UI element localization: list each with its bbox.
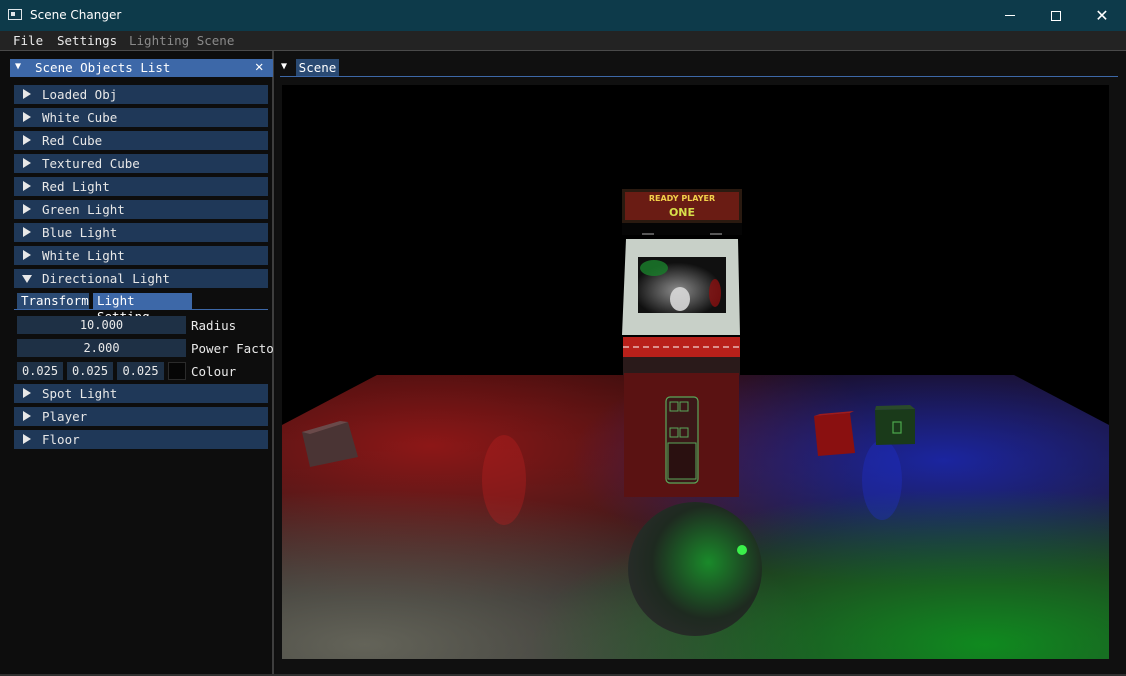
menu-settings[interactable]: Settings [57, 33, 117, 48]
collapse-arrow-icon [23, 434, 31, 444]
app-window-icon [8, 9, 22, 20]
main-menu-bar: File Settings Lighting Scene [0, 31, 1126, 51]
tab-label: Scene Objects List [35, 60, 171, 75]
header-textured-cube[interactable]: Textured Cube [14, 154, 268, 173]
collapse-arrow-icon [23, 250, 31, 260]
power-factor-label: Power Facto [191, 341, 274, 356]
header-label: White Cube [42, 110, 118, 125]
minimize-icon [1005, 15, 1015, 16]
header-directional-light[interactable]: Directional Light [14, 269, 268, 288]
colour-b-input[interactable]: 0.025 [117, 362, 164, 380]
header-label: Green Light [42, 202, 125, 217]
tab-light-setting[interactable]: Light Setting [93, 293, 192, 324]
header-label: Spot Light [42, 386, 118, 401]
panel-close-icon[interactable]: ✕ [255, 59, 267, 75]
header-label: Textured Cube [42, 156, 140, 171]
menu-lighting-scene: Lighting Scene [129, 33, 235, 48]
collapse-arrow-icon [23, 112, 31, 122]
tab-transform[interactable]: Transform [17, 293, 89, 309]
maximize-icon [1051, 10, 1061, 21]
header-white-light[interactable]: White Light [14, 246, 268, 265]
header-green-light[interactable]: Green Light [14, 200, 268, 219]
header-label: Red Cube [42, 133, 103, 148]
close-icon: ✕ [1095, 6, 1109, 25]
header-label: Floor [42, 432, 80, 447]
minimize-button[interactable] [987, 0, 1033, 31]
colour-r-input[interactable]: 0.025 [17, 362, 63, 380]
colour-g-input[interactable]: 0.025 [67, 362, 113, 380]
red-cube [814, 411, 855, 456]
header-label: Directional Light [42, 271, 170, 286]
header-spot-light[interactable]: Spot Light [14, 384, 268, 403]
collapse-arrow-icon [23, 89, 31, 99]
header-red-cube[interactable]: Red Cube [14, 131, 268, 150]
header-blue-light[interactable]: Blue Light [14, 223, 268, 242]
header-red-light[interactable]: Red Light [14, 177, 268, 196]
collapse-arrow-icon [23, 227, 31, 237]
collapse-arrow-icon [23, 135, 31, 145]
scene-tab-underline [280, 76, 1118, 77]
tab-menu-caret-icon[interactable]: ▼ [15, 61, 21, 72]
window-title-bar: Scene Changer ✕ [0, 0, 1126, 31]
header-label: White Light [42, 248, 125, 263]
header-white-cube[interactable]: White Cube [14, 108, 268, 127]
collapse-arrow-icon [23, 411, 31, 421]
radius-input[interactable]: 10.000 [17, 316, 186, 334]
header-floor[interactable]: Floor [14, 430, 268, 449]
scene-viewport[interactable]: READY PLAYER ONE [282, 85, 1109, 659]
header-player[interactable]: Player [14, 407, 268, 426]
collapse-arrow-icon [23, 181, 31, 191]
marquee-subtitle: ONE [669, 206, 695, 219]
sphere [628, 502, 762, 636]
header-label: Red Light [42, 179, 110, 194]
panel-tab-underline [10, 76, 273, 77]
scene-tab-menu-caret-icon[interactable]: ▼ [281, 61, 287, 72]
collapse-arrow-icon [23, 158, 31, 168]
collapse-arrow-icon [23, 204, 31, 214]
header-label: Player [42, 409, 88, 424]
colour-swatch[interactable] [168, 362, 186, 380]
marquee-title: READY PLAYER [649, 194, 715, 203]
maximize-button[interactable] [1033, 0, 1079, 31]
menu-file[interactable]: File [13, 33, 43, 48]
radius-label: Radius [191, 318, 237, 333]
collapse-arrow-open-icon [22, 275, 32, 283]
scene-render: READY PLAYER ONE [282, 189, 1109, 659]
collapse-arrow-icon [23, 388, 31, 398]
colour-label: Colour [191, 364, 237, 379]
arcade-cabinet: READY PLAYER ONE [622, 189, 742, 497]
header-label: Loaded Obj [42, 87, 118, 102]
header-label: Blue Light [42, 225, 118, 240]
power-factor-input[interactable]: 2.000 [17, 339, 186, 357]
textured-cube [875, 405, 915, 445]
subtab-underline [14, 309, 268, 310]
close-button[interactable]: ✕ [1079, 0, 1125, 31]
tab-scene[interactable]: Scene [296, 59, 339, 76]
tab-scene-objects-list[interactable]: ▼ Scene Objects List [10, 59, 273, 76]
header-loaded-obj[interactable]: Loaded Obj [14, 85, 268, 104]
window-title: Scene Changer [30, 8, 122, 22]
